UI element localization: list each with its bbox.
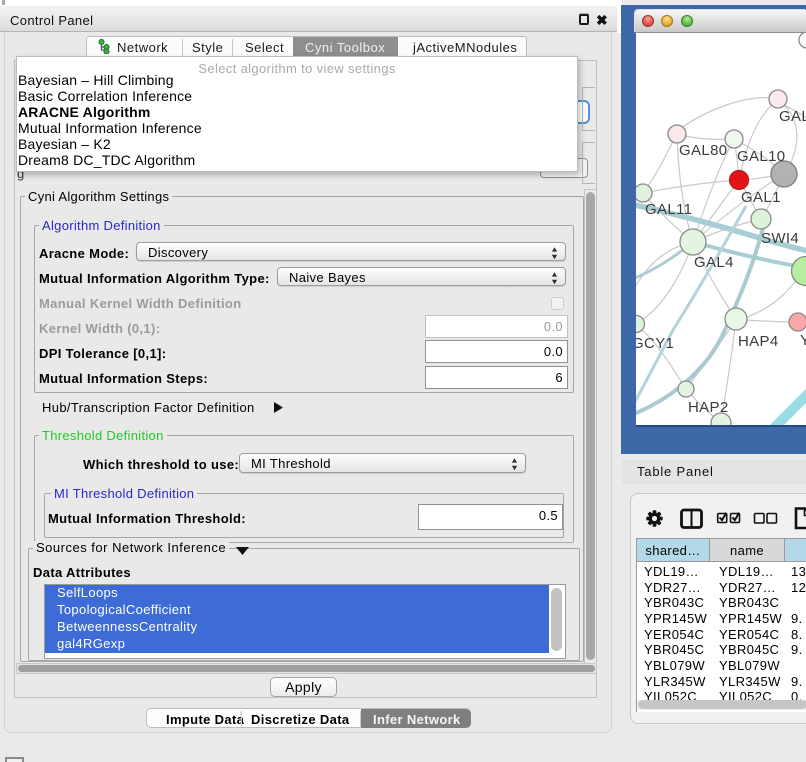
svg-text:GAL4: GAL4 [694, 254, 734, 271]
svg-text:GCY1: GCY1 [636, 335, 674, 352]
svg-text:HAP4: HAP4 [738, 333, 779, 350]
svg-text:SWI4: SWI4 [761, 230, 799, 247]
svg-text:GAL7: GAL7 [779, 108, 806, 125]
svg-text:GAL1: GAL1 [741, 189, 781, 206]
svg-text:GAL11: GAL11 [645, 201, 692, 218]
svg-text:GAL80: GAL80 [679, 142, 727, 159]
svg-text:HAP2: HAP2 [688, 399, 729, 416]
svg-text:Y: Y [800, 332, 806, 349]
svg-text:GAL10: GAL10 [737, 148, 785, 165]
